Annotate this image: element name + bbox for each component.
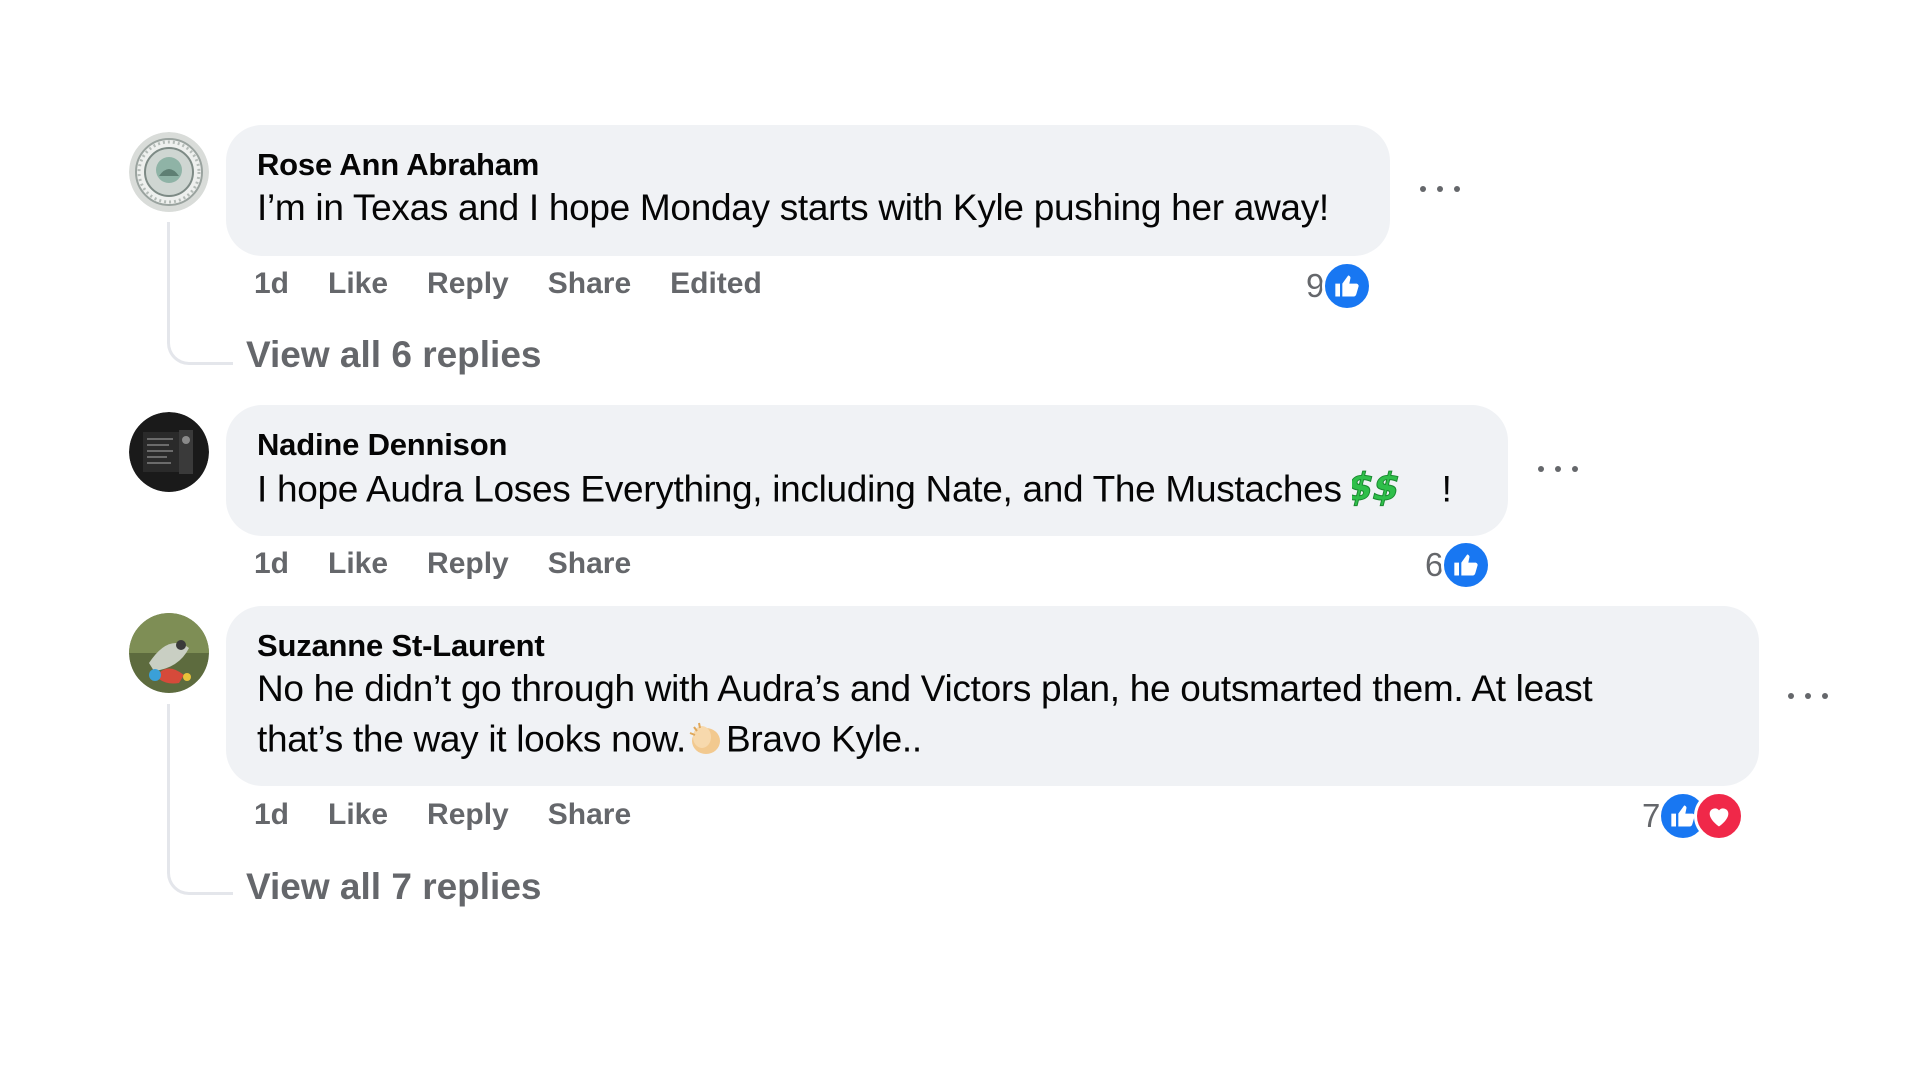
like-icon [1322, 261, 1373, 311]
comment-text-main: I hope Audra Loses Everything, including… [257, 468, 1352, 510]
more-options-button[interactable] [1788, 686, 1828, 706]
bird-photo-avatar-icon [129, 613, 209, 693]
comment-text: I’m in Texas and I hope Monday starts wi… [257, 187, 1329, 228]
share-button[interactable]: Share [548, 547, 631, 581]
love-icon [1694, 791, 1745, 841]
more-dot [1572, 466, 1578, 472]
comment-text: I hope Audra Loses Everything, including… [257, 465, 1452, 516]
like-button[interactable]: Like [328, 267, 388, 301]
like-button[interactable]: Like [328, 798, 388, 832]
more-dot [1788, 693, 1794, 699]
comment-actions: 1d Like Reply Share [254, 547, 670, 581]
like-button[interactable]: Like [328, 547, 388, 581]
share-button[interactable]: Share [548, 798, 631, 832]
comment-bubble: Suzanne St-Laurent No he didn’t go throu… [226, 606, 1759, 786]
more-dot [1805, 693, 1811, 699]
share-button[interactable]: Share [548, 267, 631, 301]
comment-author[interactable]: Rose Ann Abraham [257, 147, 539, 183]
comment-timestamp[interactable]: 1d [254, 798, 289, 832]
more-dot [1454, 186, 1460, 192]
avatar[interactable] [129, 132, 209, 212]
comment-author[interactable]: Suzanne St-Laurent [257, 628, 545, 664]
comments-section: Rose Ann Abraham I’m in Texas and I hope… [0, 0, 1920, 1080]
view-replies-link[interactable]: View all 6 replies [246, 334, 542, 376]
comment-text-line-1: No he didn’t go through with Audra’s and… [257, 668, 1593, 709]
reply-button[interactable]: Reply [427, 267, 509, 301]
avatar[interactable] [129, 412, 209, 492]
reaction-summary[interactable]: 9 [1306, 261, 1373, 311]
dark-photo-avatar-icon [129, 412, 209, 492]
clapping-hands-emoji [686, 717, 726, 766]
more-dot [1437, 186, 1443, 192]
seal-avatar-icon [129, 132, 209, 212]
reply-button[interactable]: Reply [427, 798, 509, 832]
comment-author[interactable]: Nadine Dennison [257, 427, 507, 463]
comment-timestamp[interactable]: 1d [254, 267, 289, 301]
more-dot [1538, 466, 1544, 472]
reaction-summary[interactable]: 6 [1425, 540, 1492, 590]
reply-thread-line [167, 704, 233, 895]
money-emoji: $$ [1340, 465, 1442, 516]
comment-timestamp[interactable]: 1d [254, 547, 289, 581]
more-options-button[interactable] [1420, 179, 1460, 199]
like-icon [1441, 540, 1492, 590]
comment-text-line-2: that’s the way it looks now. Bravo Kyle.… [257, 717, 922, 766]
comment-actions: 1d Like Reply Share [254, 798, 670, 832]
comment-text-suffix: ! [1441, 468, 1452, 510]
more-dot [1822, 693, 1828, 699]
more-dot [1555, 466, 1561, 472]
view-replies-link[interactable]: View all 7 replies [246, 866, 542, 908]
svg-text:$$: $$ [1352, 467, 1405, 507]
comment-actions: 1d Like Reply Share Edited [254, 267, 762, 301]
reaction-summary[interactable]: 7 [1642, 791, 1745, 841]
edited-label[interactable]: Edited [670, 267, 762, 301]
reply-thread-line [167, 222, 233, 365]
avatar[interactable] [129, 613, 209, 693]
more-dot [1420, 186, 1426, 192]
comment-bubble: Rose Ann Abraham I’m in Texas and I hope… [226, 125, 1390, 256]
comment-text-part: Bravo Kyle.. [726, 718, 922, 760]
comment-text-part: that’s the way it looks now. [257, 718, 686, 760]
more-options-button[interactable] [1538, 459, 1578, 479]
comment-bubble: Nadine Dennison I hope Audra Loses Every… [226, 405, 1508, 536]
reply-button[interactable]: Reply [427, 547, 509, 581]
